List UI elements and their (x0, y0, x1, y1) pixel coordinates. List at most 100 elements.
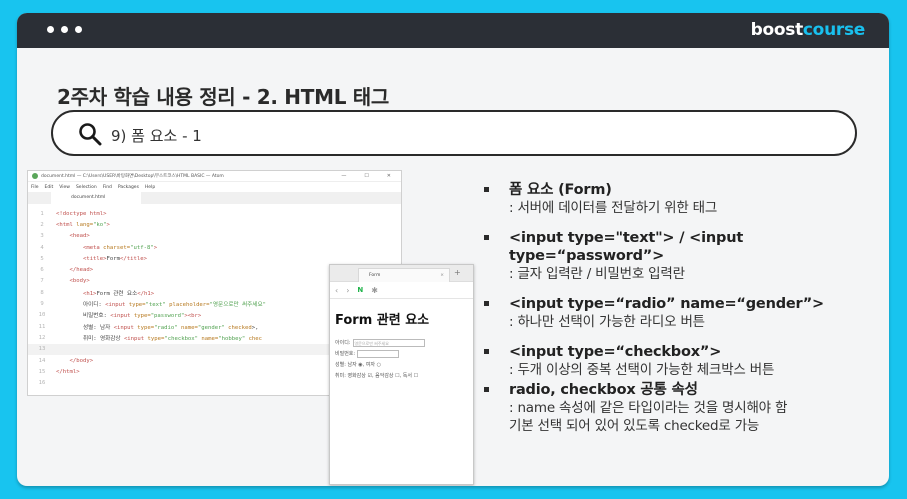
code-text: </head> (56, 267, 93, 273)
line-number: 6 (40, 267, 44, 274)
code-token: </html> (56, 368, 80, 375)
forward-icon: › (346, 285, 350, 295)
code-token: "password" (150, 313, 185, 320)
code-line: 5 <title>Form</title> (28, 253, 401, 264)
code-token: "hobbey" (218, 335, 249, 342)
plus-icon: + (454, 268, 461, 277)
search-text: 9) 폼 요소 - 1 (111, 127, 202, 145)
code-token: ><br> (184, 313, 202, 320)
code-token: charset= (103, 244, 131, 251)
note-title: <input type=“radio” name=“gender”> (509, 296, 825, 312)
code-text: 비밀번호: <input type="password"><br> (56, 311, 201, 319)
extension-icon: ✱ (371, 285, 378, 295)
code-line: 2 <html lang="ko"> (28, 219, 401, 230)
note-item: <input type="text"> / <input type=“passw… (481, 229, 881, 283)
code-token: <!doctype html> (56, 210, 107, 217)
bullet-icon (484, 301, 489, 306)
search-icon (79, 123, 102, 146)
line-number: 7 (40, 278, 44, 285)
close-icon: × (440, 273, 444, 278)
preview-id-row: 아이디: 영문으로만 써주세요 (335, 337, 468, 348)
brand-logo-part2: course (802, 20, 865, 40)
browser-tabbar: Form × + (330, 265, 473, 282)
code-token: </h1> (137, 290, 155, 297)
code-token: chec (248, 335, 263, 342)
code-token: Form 관련 요소 (96, 290, 138, 297)
browser-tab-title: Form (369, 273, 381, 278)
note-desc: : 서버에 데이터를 전달하기 위한 태그 (509, 200, 718, 216)
line-number: 11 (38, 323, 46, 330)
preview-gender-row: 성별: 남자 ◉, 여자 ○ (335, 362, 381, 368)
note-title: radio, checkbox 공통 속성 (509, 382, 698, 398)
preview-pw-input (357, 349, 400, 358)
code-token: checked (228, 324, 252, 331)
code-token: name= (201, 335, 219, 342)
line-number: 14 (38, 357, 46, 364)
code-text: <meta charset="utf-8"> (56, 245, 157, 251)
line-number: 10 (38, 312, 46, 319)
note-title: <input type=“checkbox”> (509, 344, 722, 360)
note-title: <input type="text"> / <input type=“passw… (509, 230, 744, 264)
code-token: "utf-8" (130, 244, 154, 251)
bullet-icon (484, 187, 489, 192)
code-token: <input (110, 313, 134, 320)
code-token: "영문으로만 써주세요" (209, 302, 266, 309)
note-title: 폼 요소 (Form) (509, 182, 612, 198)
code-token: <input (113, 324, 138, 331)
line-number: 4 (40, 244, 44, 251)
code-token: </body> (69, 357, 94, 364)
line-number: 1 (40, 210, 44, 217)
editor-menu-item: Find (102, 184, 112, 190)
code-token: 비밀번호: (56, 313, 111, 320)
window-dot (47, 26, 54, 33)
preview-heading: Form 관련 요소 (335, 313, 430, 328)
code-text: 취미: 영화감상 <input type="checkbox" name="ho… (56, 334, 262, 342)
code-token: </title> (120, 255, 147, 262)
preview-pw-row: 비밀번호: (335, 348, 468, 359)
line-number: 2 (40, 221, 44, 228)
window-dot (61, 26, 68, 33)
code-token: </head> (69, 267, 94, 274)
window-dot (75, 26, 82, 33)
code-token: Form (106, 255, 121, 262)
browser-tab: Form × (358, 268, 450, 282)
bullet-icon (484, 349, 489, 354)
code-token: type= (128, 302, 146, 309)
line-number: 12 (38, 334, 46, 341)
code-token: "ko" (93, 221, 107, 228)
code-token: "radio" (154, 324, 182, 331)
window-dots (47, 26, 82, 33)
code-text: <!doctype html> (56, 211, 107, 217)
code-token: <meta (82, 244, 104, 251)
code-token: "gender" (197, 324, 229, 331)
title-bar: boostcourse (17, 13, 889, 48)
code-token: type= (147, 335, 165, 342)
line-number: 15 (38, 368, 46, 375)
code-token: "text" (145, 302, 170, 309)
naver-icon: N (357, 286, 364, 294)
slide-window: boostcourse 2주차 학습 내용 정리 - 2. HTML 태그 9)… (17, 13, 889, 486)
editor-tab: document.html (51, 192, 141, 204)
code-text: <h1>Form 관련 요소</h1> (56, 289, 154, 297)
page-title: 2주차 학습 내용 정리 - 2. HTML 태그 (57, 85, 389, 109)
note-desc: : 하나만 선택이 가능한 라디오 버튼 (509, 314, 705, 330)
code-token: name= (181, 324, 198, 331)
code-token: placeholder= (169, 302, 210, 309)
line-number: 13 (38, 346, 46, 353)
note-desc: : 두개 이상의 중복 선택이 가능한 체크박스 버튼 (509, 362, 775, 378)
notes-list: 폼 요소 (Form) : 서버에 데이터를 전달하기 위한 태그 <input t… (481, 181, 881, 447)
browser-preview: Form × + ‹ › N ✱ Form 관련 요소 아이디: 영문으로만 써… (329, 264, 474, 485)
line-number: 3 (40, 233, 44, 240)
close-icon: ✕ (386, 173, 391, 179)
preview-body: Form 관련 요소 아이디: 영문으로만 써주세요 비밀번호: 성별: 남자 … (330, 299, 473, 391)
note-item: <input type=“checkbox”> : 두개 이상의 중복 선택이 가… (481, 343, 881, 379)
code-token: >, (251, 324, 259, 331)
brand-logo: boostcourse (751, 20, 866, 40)
code-text: <head> (56, 233, 89, 239)
search-bar[interactable]: 9) 폼 요소 - 1 (51, 110, 857, 156)
code-token: "checkbox" (164, 335, 202, 342)
code-token: 아이디: (56, 302, 106, 309)
